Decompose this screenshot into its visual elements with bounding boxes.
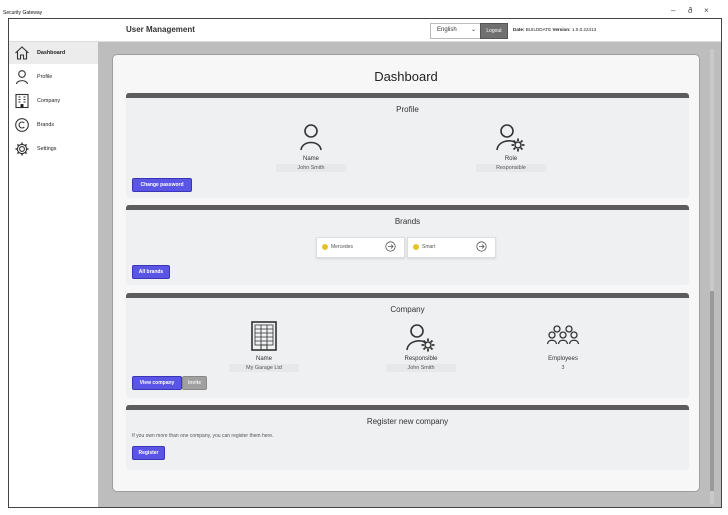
company-responsible-label: Responsible bbox=[404, 356, 438, 362]
user-settings-icon bbox=[406, 323, 436, 358]
language-value: English bbox=[437, 27, 457, 33]
brand-tile-mercedes[interactable]: Mercedes bbox=[316, 237, 405, 258]
profile-name-value: John Smith bbox=[276, 164, 346, 172]
register-description: If you own more than one company, you ca… bbox=[132, 433, 274, 439]
sidebar-item-label: Settings bbox=[37, 146, 57, 152]
company-name-field: Name My Garage Ltd bbox=[229, 356, 299, 372]
app-title: User Management bbox=[126, 25, 195, 34]
brand-status-dot bbox=[322, 244, 328, 250]
register-card: Register new company If you own more tha… bbox=[126, 405, 689, 470]
app-window: Security Gateway – ð × User Management E… bbox=[0, 0, 728, 515]
invite-button[interactable]: Invite bbox=[182, 376, 207, 390]
company-name-label: Name bbox=[255, 356, 272, 362]
build-info: Date: BUILDDATE Version: 1.0.0.22413 bbox=[513, 27, 596, 32]
sidebar-item-profile[interactable]: Profile bbox=[9, 66, 98, 88]
company-responsible-field: Responsible John Smith bbox=[386, 356, 456, 372]
profile-name-field: Name John Smith bbox=[276, 156, 346, 172]
user-settings-icon bbox=[496, 123, 526, 158]
brand-name: Smart bbox=[422, 244, 436, 250]
building-icon bbox=[250, 321, 278, 356]
version-label: Version: bbox=[552, 27, 571, 32]
profile-card: Profile Name John Smith Role Responsible… bbox=[126, 93, 689, 198]
language-select[interactable]: English ⌄ bbox=[430, 23, 482, 39]
sidebar-item-label: Profile bbox=[37, 74, 53, 80]
company-card-title: Company bbox=[390, 305, 425, 314]
logout-button[interactable]: Logout bbox=[480, 23, 508, 39]
company-name-value: My Garage Ltd bbox=[229, 364, 299, 372]
company-card: Company Name My Garage Ltd Responsible J… bbox=[126, 293, 689, 398]
sidebar-item-label: Dashboard bbox=[37, 50, 66, 56]
profile-card-title: Profile bbox=[396, 105, 419, 114]
sidebar-item-brands[interactable]: Brands bbox=[9, 114, 98, 136]
gear-icon bbox=[15, 142, 29, 156]
profile-role-label: Role bbox=[504, 156, 518, 162]
profile-role-value: Responsible bbox=[476, 164, 546, 172]
register-button[interactable]: Register bbox=[132, 446, 165, 460]
page-title: Dashboard bbox=[374, 69, 438, 84]
user-icon bbox=[298, 123, 324, 156]
employees-icon bbox=[546, 325, 580, 350]
home-icon bbox=[15, 46, 29, 60]
scrollbar-thumb[interactable] bbox=[710, 291, 714, 491]
brand-status-dot bbox=[413, 244, 419, 250]
app-header: User Management English ⌄ Logout Date: B… bbox=[9, 19, 721, 42]
sidebar: Dashboard Profile Company Brands Setting… bbox=[9, 42, 98, 507]
company-employees-label: Employees bbox=[548, 356, 578, 362]
building-icon bbox=[15, 93, 29, 109]
sidebar-item-label: Brands bbox=[37, 122, 55, 128]
brand-tile-smart[interactable]: Smart bbox=[407, 237, 496, 258]
sidebar-item-label: Company bbox=[37, 98, 61, 104]
close-button[interactable]: × bbox=[704, 6, 709, 15]
register-card-title: Register new company bbox=[366, 417, 449, 426]
title-bar: Security Gateway – ð × bbox=[0, 0, 728, 20]
app-frame: User Management English ⌄ Logout Date: B… bbox=[8, 18, 722, 508]
change-password-button[interactable]: Change password bbox=[132, 178, 192, 192]
sidebar-item-dashboard[interactable]: Dashboard bbox=[9, 42, 98, 64]
version-value: 1.0.0.22413 bbox=[571, 27, 597, 32]
arrow-right-icon bbox=[385, 241, 396, 252]
brand-name: Mercedes bbox=[331, 244, 353, 250]
sidebar-item-settings[interactable]: Settings bbox=[9, 138, 98, 160]
copyright-icon bbox=[15, 118, 29, 132]
brands-card: Brands Mercedes Smart All brands bbox=[126, 205, 689, 285]
chevron-down-icon: ⌄ bbox=[470, 27, 476, 33]
company-employees-field: Employees 3 bbox=[528, 356, 598, 372]
all-brands-button[interactable]: All brands bbox=[132, 265, 170, 279]
date-label: Date: bbox=[513, 27, 525, 32]
profile-role-field: Role Responsible bbox=[476, 156, 546, 172]
dashboard-panel: Dashboard Profile Name John Smith Role R… bbox=[112, 54, 700, 492]
date-value: BUILDDATE bbox=[525, 27, 552, 32]
company-employees-value: 3 bbox=[561, 365, 565, 371]
user-icon bbox=[15, 70, 29, 85]
profile-name-label: Name bbox=[302, 156, 319, 162]
minimize-button[interactable]: – bbox=[671, 6, 675, 15]
brands-card-title: Brands bbox=[394, 217, 421, 226]
window-title: Security Gateway bbox=[3, 10, 43, 16]
sidebar-item-company[interactable]: Company bbox=[9, 90, 98, 112]
view-company-button[interactable]: View company bbox=[132, 376, 182, 390]
company-responsible-value: John Smith bbox=[386, 364, 456, 372]
arrow-right-icon bbox=[476, 241, 487, 252]
maximize-button[interactable]: ð bbox=[688, 6, 692, 15]
